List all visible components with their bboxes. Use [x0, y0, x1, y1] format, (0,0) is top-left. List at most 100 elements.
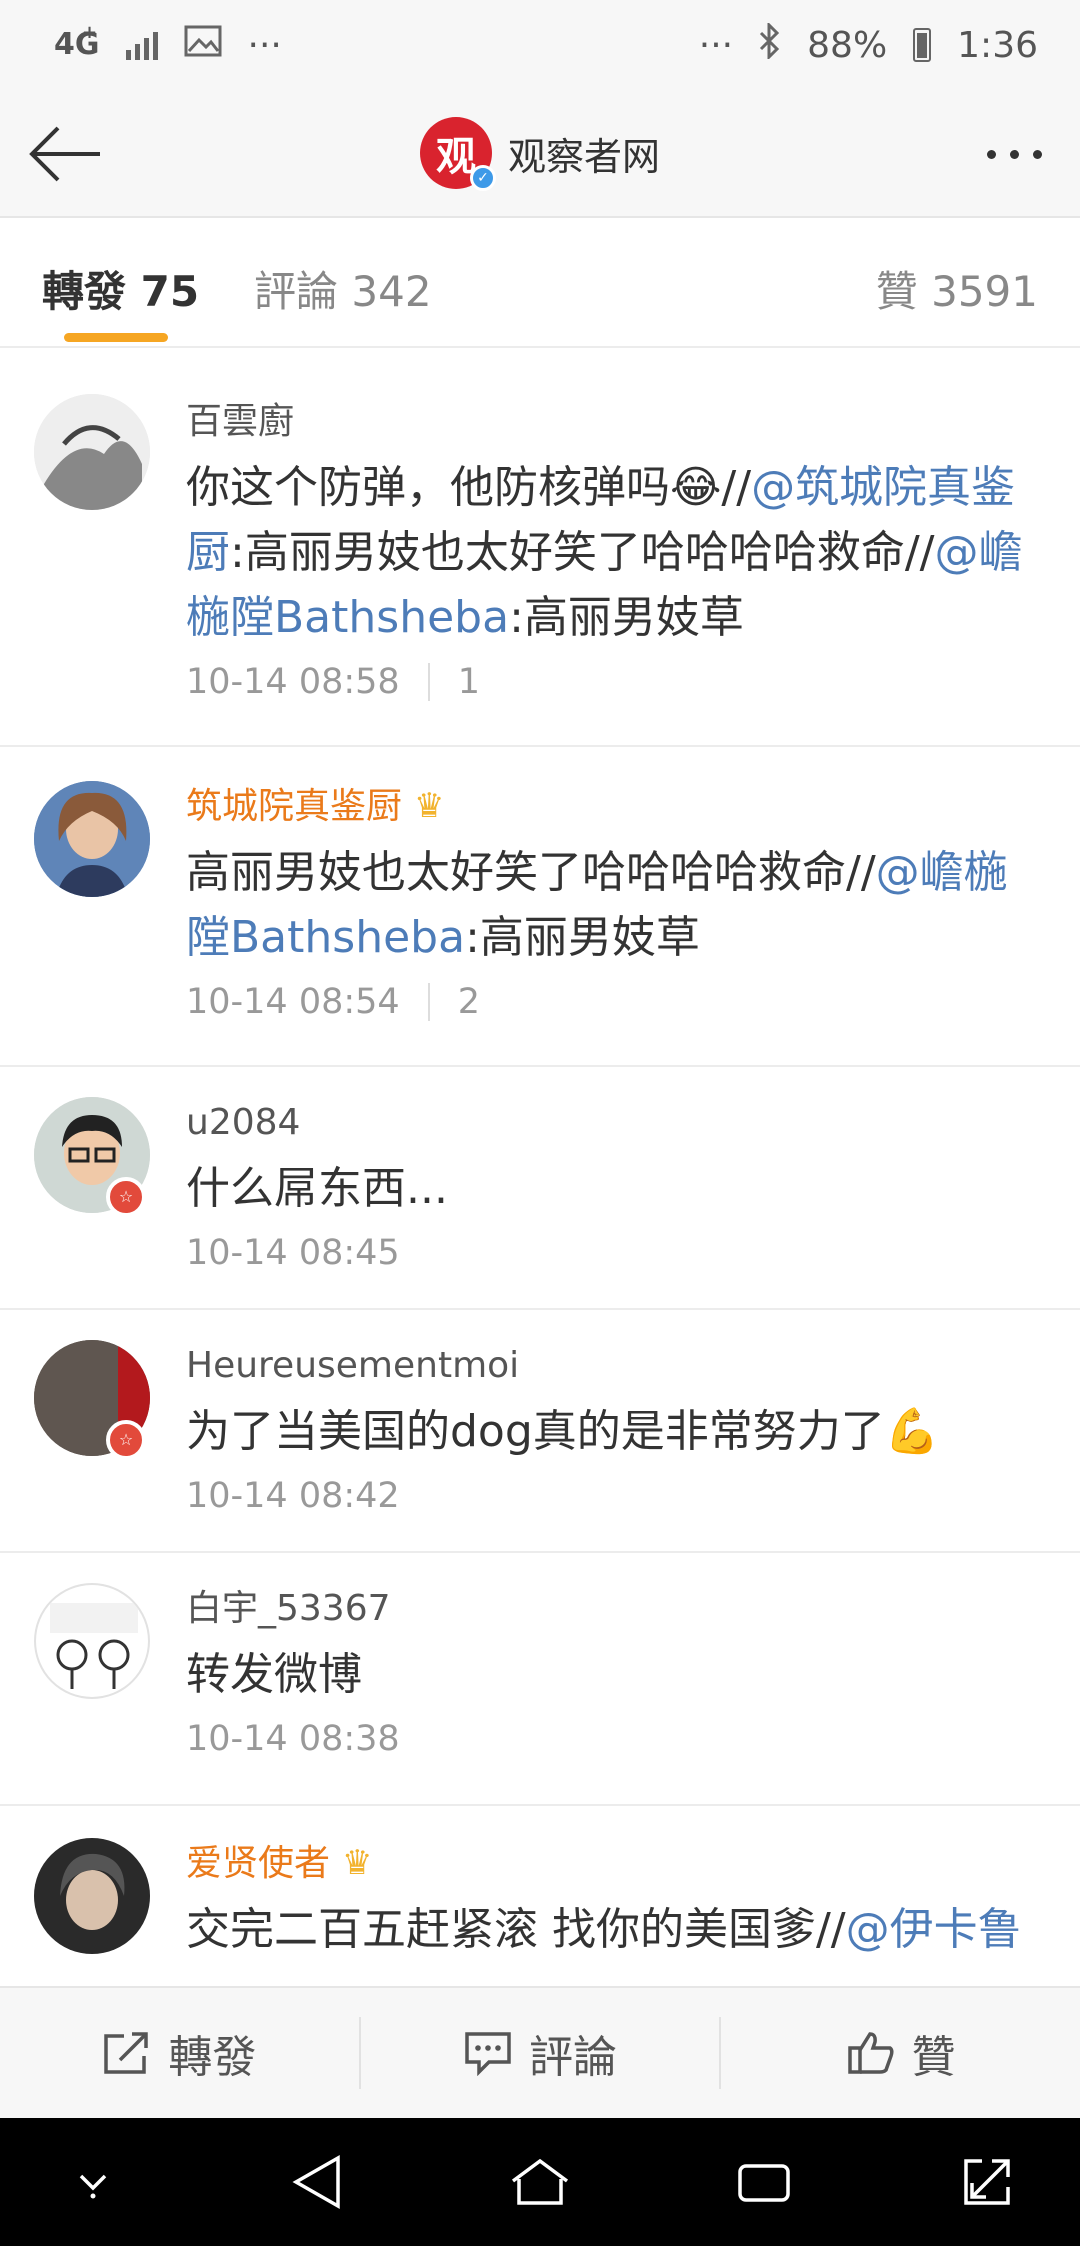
nav-back-button[interactable] [282, 2147, 352, 2217]
comment-text-part: 为了当美国的dog真的是非常努力了💪 [186, 1406, 940, 1458]
tab-repost[interactable]: 轉發 75 [42, 258, 199, 319]
list-item[interactable]: ☆ u2084 什么屌东西... 10-14 08:45 [0, 1067, 1080, 1310]
timestamp: 10-14 08:45 [186, 1233, 400, 1274]
battery-icon [913, 28, 932, 62]
more-notifications-icon: ··· [247, 24, 282, 66]
like-label: 贊 [911, 2032, 956, 2083]
username-text: 筑城院真鉴厨 [186, 786, 403, 827]
comment-text-part: 转发微博 [186, 1649, 362, 1701]
more-options-button[interactable] [974, 124, 1054, 184]
timestamp: 10-14 08:42 [186, 1476, 400, 1517]
username-text: u2084 [186, 1102, 301, 1143]
bluetooth-icon [759, 20, 781, 68]
more-dot-icon [1032, 149, 1042, 159]
comment-meta: 10-14 08:45 [186, 1233, 1040, 1273]
username[interactable]: u2084 [186, 1101, 1040, 1144]
back-button[interactable] [26, 118, 104, 190]
avatar[interactable] [34, 394, 150, 510]
meta-divider [427, 663, 430, 702]
comment-text: 高丽男妓也太好笑了哈哈哈哈救命//@嶦椸隚Bathsheba:高丽男妓草 [186, 840, 1040, 970]
comment-meta: 10-14 08:38 [186, 1719, 1040, 1759]
verified-icon: ✓ [469, 165, 496, 191]
comment-icon [465, 2032, 511, 2076]
comment-text: 你这个防弹，他防核弹吗😂//@筑城院真鉴厨:高丽男妓也太好笑了哈哈哈哈救命//@… [186, 455, 1040, 650]
tab-comment-count: 342 [351, 267, 432, 316]
comment-text-part: 交完二百五赶紧滚 找你的美国爹// [186, 1904, 846, 1956]
vip-crown-icon: ♛ [342, 1843, 373, 1884]
system-nav-bar [0, 2118, 1080, 2246]
avatar[interactable] [34, 781, 150, 897]
nav-recents-button[interactable] [729, 2147, 799, 2217]
tab-comment[interactable]: 評論 342 [254, 258, 432, 319]
list-item[interactable]: ☆ Heureusementmoi 为了当美国的dog真的是非常努力了💪 10-… [0, 1310, 1080, 1553]
expand-icon [964, 2159, 1010, 2205]
comment-text: 为了当美国的dog真的是非常努力了💪 [186, 1399, 1040, 1464]
network-indicator: 4G + [54, 22, 100, 62]
comment-meta: 10-14 08:42 [186, 1476, 1040, 1516]
comment-text-part: 你这个防弹，他防核弹吗😂// [186, 462, 752, 514]
more-status-icon: ··· [698, 24, 734, 66]
thumbs-up-icon [847, 2032, 894, 2074]
timestamp: 10-14 08:58 [186, 662, 400, 703]
comment-text-part: :高丽男妓草 [465, 912, 700, 964]
avatar[interactable] [34, 1838, 150, 1954]
list-item[interactable]: 百雲廚 你这个防弹，他防核弹吗😂//@筑城院真鉴厨:高丽男妓也太好笑了哈哈哈哈救… [0, 362, 1080, 747]
back-arrow-icon [29, 126, 100, 182]
active-tab-indicator [64, 333, 168, 342]
status-right: ··· 88% 1:36 [698, 20, 1038, 68]
avatar[interactable] [34, 1583, 150, 1699]
timestamp: 10-14 08:54 [186, 982, 400, 1023]
username[interactable]: 爱贤使者 ♛ [186, 1842, 1040, 1885]
status-bar: 4G + ··· ··· 88% 1:36 [0, 0, 1080, 90]
nav-expand-button[interactable] [952, 2147, 1022, 2217]
repost-icon [104, 2032, 149, 2074]
list-item[interactable]: 白宇_53367 转发微博 10-14 08:38 [0, 1553, 1080, 1806]
timestamp: 10-14 08:38 [186, 1719, 400, 1760]
tab-comment-label: 評論 [254, 267, 339, 316]
account-name: 观察者网 [507, 134, 660, 179]
recents-icon [737, 2164, 790, 2202]
user-badge-icon: ☆ [106, 1177, 146, 1217]
username[interactable]: Heureusementmoi [186, 1344, 1040, 1387]
account-header[interactable]: 观 ✓ 观察者网 [419, 117, 660, 191]
username-text: Heureusementmoi [186, 1345, 520, 1386]
comment-meta: 10-14 08:54 2 [186, 982, 1040, 1022]
repost-button[interactable]: 轉發 [0, 2017, 359, 2089]
mention-link[interactable]: @伊卡鲁 [846, 1904, 1022, 1955]
username[interactable]: 白宇_53367 [186, 1587, 1040, 1630]
top-bar: 观 ✓ 观察者网 [0, 90, 1080, 218]
tab-like-count: 3591 [931, 267, 1038, 316]
repost-label: 轉發 [168, 2032, 257, 2083]
tab-like-label: 贊 [875, 267, 918, 316]
username-text: 百雲廚 [186, 401, 295, 442]
comment-text: 什么屌东西... [186, 1156, 1040, 1221]
username[interactable]: 百雲廚 [186, 400, 1040, 443]
meta-divider [427, 983, 430, 1022]
like-count[interactable]: 2 [458, 982, 480, 1022]
battery-percent: 88% [807, 24, 888, 66]
nav-hide-button[interactable] [58, 2147, 128, 2217]
username-text: 爱贤使者 [186, 1843, 331, 1884]
comment-text-part: :高丽男妓也太好笑了哈哈哈哈救命// [230, 527, 935, 579]
nav-home-button[interactable] [505, 2147, 575, 2217]
image-notification-icon [184, 25, 222, 66]
like-count[interactable]: 1 [458, 662, 480, 702]
comment-button[interactable]: 評論 [358, 2017, 720, 2089]
account-avatar: 观 ✓ [419, 117, 496, 191]
list-item[interactable]: 爱贤使者 ♛ 交完二百五赶紧滚 找你的美国爹//@伊卡鲁 [0, 1806, 1080, 2006]
chevron-down-icon [79, 2174, 107, 2199]
more-dot-icon [1009, 149, 1019, 159]
back-triangle-icon [291, 2154, 340, 2210]
like-button[interactable]: 贊 [719, 2017, 1080, 2089]
comment-text-part: :高丽男妓草 [509, 592, 744, 644]
username[interactable]: 筑城院真鉴厨 ♛ [186, 785, 1040, 828]
tab-repost-count: 75 [140, 267, 200, 316]
user-badge-icon: ☆ [106, 1420, 146, 1460]
comment-text-part: 高丽男妓也太好笑了哈哈哈哈救命// [186, 847, 876, 899]
bottom-action-bar: 轉發 評論 贊 [0, 1986, 1080, 2118]
status-left: 4G + ··· [54, 22, 282, 66]
tab-bar: 轉發 75 評論 342 贊 3591 [0, 220, 1080, 348]
signal-icon [125, 30, 158, 60]
list-item[interactable]: 筑城院真鉴厨 ♛ 高丽男妓也太好笑了哈哈哈哈救命//@嶦椸隚Bathsheba:高… [0, 747, 1080, 1067]
tab-like[interactable]: 贊 3591 [876, 258, 1038, 319]
